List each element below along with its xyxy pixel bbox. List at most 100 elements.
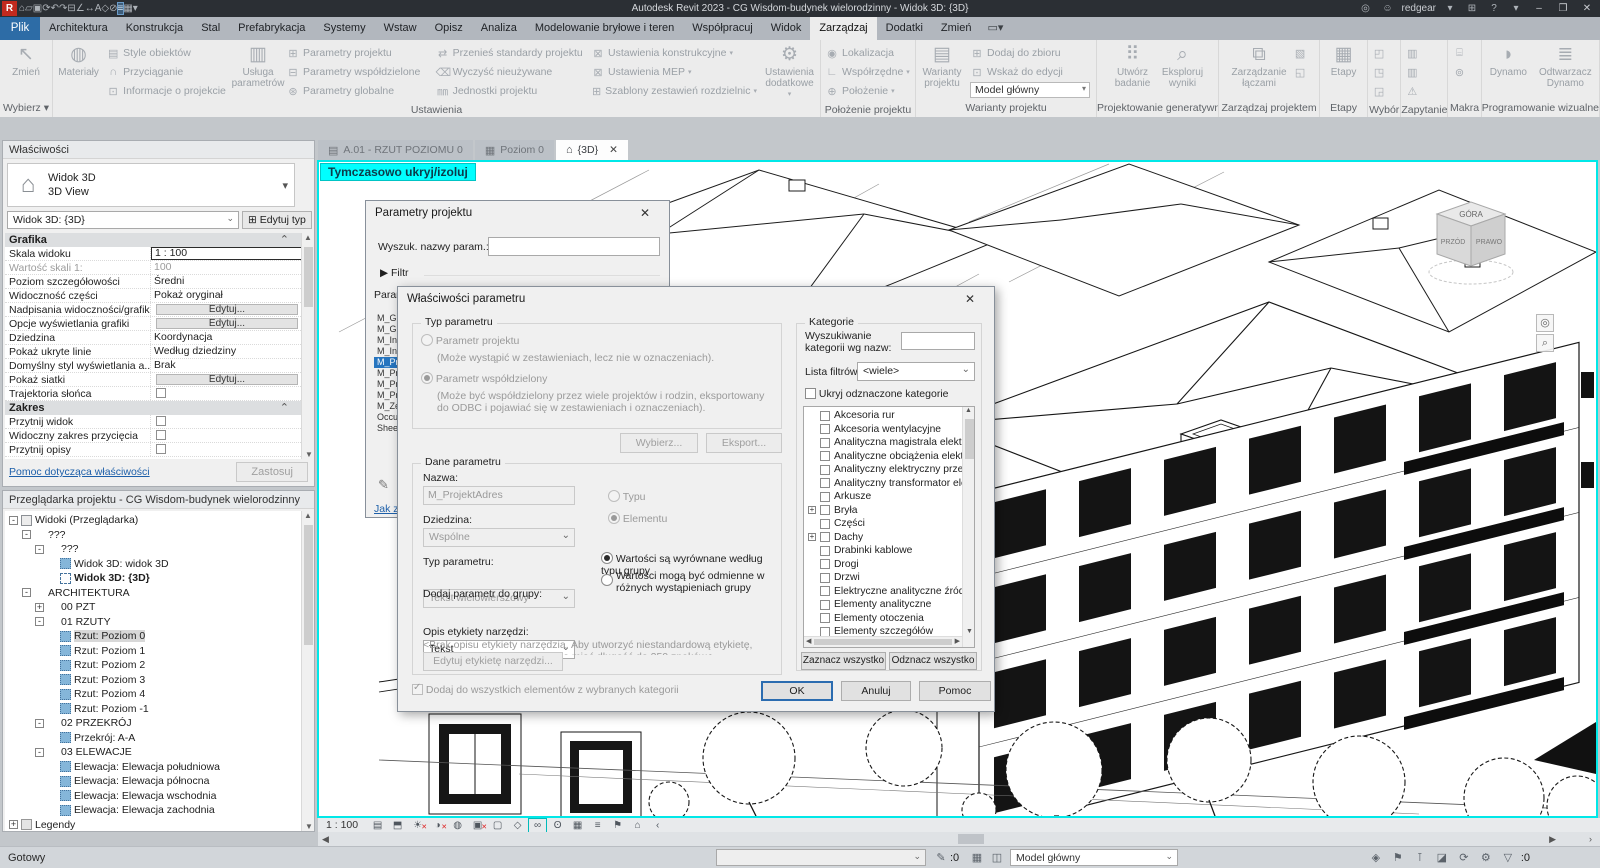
category-checkbox[interactable]	[820, 492, 830, 502]
add-to-set-button[interactable]: ⊞Dodaj do zbioru	[970, 44, 1092, 62]
ribbon-state-dropdown-icon[interactable]: ▭▾	[980, 17, 1010, 40]
coordinates-button[interactable]: ∟Współrzędne▾	[825, 63, 911, 81]
property-row[interactable]: Widoczny zakres przycięcia	[5, 429, 303, 443]
tree-expander[interactable]: -	[9, 516, 18, 525]
active-design-option-select[interactable]: Model główny	[970, 82, 1090, 98]
user-menu-chevron-icon[interactable]: ▾	[1442, 1, 1458, 16]
cancel-button[interactable]: Anuluj	[841, 681, 911, 701]
panel-inquiry[interactable]: Zapytanie	[1401, 104, 1447, 117]
design-option-combo[interactable]: Model główny	[1010, 849, 1178, 866]
category-item[interactable]: Części	[804, 517, 974, 531]
hide-unchecked-checkbox[interactable]: Ukryj odznaczone kategorie	[805, 388, 949, 400]
save-icon[interactable]: ▣	[33, 3, 42, 14]
background-processes-icon[interactable]: ⚙	[1477, 851, 1495, 864]
reveal-hidden-icon[interactable]: ʘ	[549, 819, 566, 832]
select-by-id-button[interactable]: ▥	[1405, 63, 1419, 81]
select-shared-param-button[interactable]: Wybierz...	[620, 433, 698, 453]
view-tab-level0[interactable]: ▦Poziom 0	[475, 140, 554, 160]
worksharing-icon[interactable]: ◫	[988, 851, 1006, 864]
warnings-button[interactable]: ⚠	[1405, 82, 1419, 100]
category-checkbox[interactable]	[820, 478, 830, 488]
print-icon[interactable]: ⊟	[67, 3, 75, 14]
restore-button[interactable]: ❐	[1554, 3, 1572, 14]
property-row[interactable]: Opcje wyświetlania grafikiEdytuj...	[5, 317, 303, 331]
ribbon-tab[interactable]: Zarządzaj	[810, 17, 876, 40]
category-item[interactable]: Analityczna magistrala elektryc...	[804, 436, 974, 450]
panel-manage-project[interactable]: Zarządzaj projektem	[1219, 102, 1319, 117]
property-row[interactable]: Przytnij widok	[5, 415, 303, 429]
ok-button[interactable]: OK	[761, 681, 833, 701]
property-row[interactable]: Widoczność częściPokaż oryginał	[5, 289, 303, 303]
category-expander[interactable]: +	[808, 533, 816, 541]
category-item[interactable]: Akcesoria wentylacyjne	[804, 423, 974, 437]
type-selector[interactable]: ⌂ Widok 3D3D View ▾	[7, 163, 295, 207]
category-item[interactable]: +Dachy	[804, 531, 974, 545]
location-button[interactable]: ◉Lokalizacja	[825, 44, 911, 62]
vary-radio[interactable]: Wartości mogą być odmienne w różnych wys…	[601, 570, 779, 594]
select-by-face-icon[interactable]: ◪	[1433, 851, 1451, 864]
panel-generative-design[interactable]: Projektowanie generatywne	[1097, 102, 1218, 117]
select-underlay-icon[interactable]: ⚑	[1389, 851, 1407, 864]
default-3d-view-icon[interactable]: ◇	[101, 3, 109, 14]
category-checkbox[interactable]	[820, 411, 830, 421]
edit-tooltip-button[interactable]: Edytuj etykietę narzędzi...	[423, 652, 563, 671]
property-checkbox[interactable]	[156, 416, 166, 426]
tree-expander[interactable]: +	[35, 603, 44, 612]
select-pinned-icon[interactable]: ⊺	[1411, 851, 1429, 864]
mep-settings-button[interactable]: ⊠Ustawienia MEP▾	[591, 63, 757, 81]
revit-app-icon[interactable]: R	[2, 1, 17, 16]
help-button[interactable]: Pomoc	[919, 681, 991, 701]
close-button[interactable]: ✕	[1578, 3, 1596, 14]
close-dialog-icon[interactable]: ✕	[630, 206, 660, 220]
ribbon-tab[interactable]: Prefabrykacja	[229, 17, 314, 40]
edit-button[interactable]: Edytuj...	[156, 304, 298, 315]
undo-icon[interactable]: ↶	[51, 3, 59, 14]
category-checkbox[interactable]	[820, 613, 830, 623]
workset-combo[interactable]	[716, 849, 926, 866]
category-checkbox[interactable]	[820, 532, 830, 542]
section-zakres[interactable]: Zakres⌃	[5, 401, 303, 415]
tree-expander[interactable]: -	[22, 530, 31, 539]
ribbon-tab[interactable]: Architektura	[40, 17, 117, 40]
global-parameters-button[interactable]: ⊛Parametry globalne	[286, 82, 430, 100]
macro-manager-button[interactable]: ⌸	[1452, 44, 1466, 62]
load-selection-button[interactable]: ◳	[1372, 63, 1386, 81]
category-checkbox[interactable]	[820, 546, 830, 556]
browser-tree-item[interactable]: -???	[5, 528, 303, 543]
category-expander[interactable]: +	[808, 506, 816, 514]
browser-tree-item[interactable]: Elewacja: Elewacja wschodnia	[5, 789, 303, 804]
categories-hscrollbar[interactable]: ◀▶	[804, 636, 962, 647]
property-row[interactable]: Przytnij opisy	[5, 443, 303, 457]
export-shared-param-button[interactable]: Eksport...	[706, 433, 782, 453]
project-parameter-radio[interactable]: Parametr projektu	[421, 334, 519, 347]
tree-expander[interactable]: -	[35, 748, 44, 757]
switch-windows-icon[interactable]: ▦	[123, 3, 132, 14]
properties-header[interactable]: Właściwości	[3, 141, 314, 159]
category-item[interactable]: Analityczny transformator elektryc	[804, 477, 974, 491]
app-store-icon[interactable]: ⊞	[1464, 1, 1480, 16]
add-to-all-checkbox[interactable]: Dodaj do wszystkich elementów z wybranyc…	[412, 684, 679, 696]
structural-settings-button[interactable]: ⊠Ustawienia konstrukcyjne▾	[591, 44, 757, 62]
browser-tree-item[interactable]: Rzut: Poziom 2	[5, 658, 303, 673]
property-row[interactable]: Skala widoku1 : 100	[5, 247, 303, 261]
filter-expander[interactable]: ▶ Filtr	[380, 267, 409, 279]
category-item[interactable]: Analityczne obciążenia elektryc...	[804, 450, 974, 464]
ribbon-tab[interactable]: Współpracuj	[683, 17, 762, 40]
category-checkbox[interactable]	[820, 438, 830, 448]
sync-icon[interactable]: ⟳	[42, 3, 50, 14]
category-checkbox[interactable]	[820, 451, 830, 461]
browser-tree-item[interactable]: Elewacja: Elewacja zachodnia	[5, 803, 303, 818]
category-checkbox[interactable]	[820, 586, 830, 596]
tree-expander[interactable]: -	[35, 617, 44, 626]
category-checkbox[interactable]	[820, 600, 830, 610]
property-row[interactable]: Trajektoria słońca	[5, 387, 303, 401]
browser-tree-item[interactable]: -Widoki (Przeglądarka)	[5, 513, 303, 528]
worksharing-display-icon[interactable]: ▦	[569, 819, 586, 832]
explore-outcomes-button[interactable]: ⌕Eksploruj wyniki	[1158, 42, 1208, 89]
temporary-hide-isolate-badge[interactable]: Tymczasowo ukryj/izoluj	[320, 163, 476, 181]
decal-types-button[interactable]: ◱	[1293, 63, 1307, 81]
close-dialog-icon[interactable]: ✕	[955, 292, 985, 306]
panel-macros[interactable]: Makra	[1448, 102, 1480, 117]
filter-list-select[interactable]: <wiele>	[857, 362, 975, 381]
panel-schedule-templates-button[interactable]: ⊞Szablony zestawień rozdzielnic▾	[591, 82, 757, 100]
